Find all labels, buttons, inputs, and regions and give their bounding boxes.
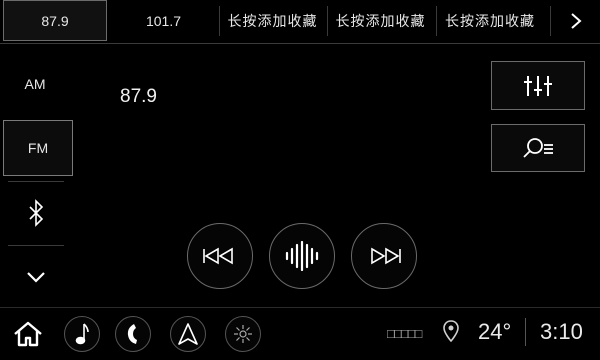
preset-3-label: 长按添加收藏 — [227, 12, 318, 29]
navigation-button[interactable] — [170, 316, 206, 352]
search-list-icon — [523, 138, 553, 158]
previous-button[interactable] — [187, 223, 253, 289]
location-pin-icon — [443, 320, 459, 343]
status-divider — [525, 318, 526, 346]
preset-5[interactable]: 长按添加收藏 — [437, 0, 543, 41]
home-button[interactable] — [8, 316, 48, 352]
location-indicator — [443, 320, 459, 344]
temperature: 24° — [478, 319, 512, 344]
bluetooth-source-button[interactable] — [0, 186, 72, 240]
band-fm-label: FM — [27, 140, 49, 156]
preset-2-label: 101.7 — [145, 12, 182, 29]
preset-2[interactable]: 101.7 — [110, 0, 217, 41]
presets-next-button[interactable] — [552, 0, 600, 41]
chevron-right-icon — [571, 12, 582, 29]
sidebar-divider — [8, 181, 64, 182]
expand-button[interactable] — [0, 255, 72, 299]
preset-3[interactable]: 长按添加收藏 — [220, 0, 325, 41]
scan-waveform-icon — [285, 241, 319, 271]
band-am-label: AM — [24, 76, 46, 92]
climate-icon — [234, 325, 252, 343]
preset-1-label: 87.9 — [41, 12, 69, 29]
band-am-button[interactable]: AM — [0, 58, 70, 110]
dock-divider — [0, 307, 600, 308]
bluetooth-icon — [29, 199, 44, 227]
preset-1[interactable]: 87.9 — [3, 0, 107, 41]
phone-icon — [127, 324, 137, 344]
equalizer-button[interactable] — [491, 61, 585, 110]
chevron-down-icon — [27, 272, 45, 283]
music-button[interactable] — [64, 316, 100, 352]
band-fm-button[interactable]: FM — [3, 120, 73, 176]
previous-track-icon — [203, 247, 233, 265]
preset-5-label: 长按添加收藏 — [445, 12, 535, 29]
preset-4-label: 长按添加收藏 — [335, 12, 426, 29]
search-button[interactable] — [491, 124, 585, 172]
home-icon — [14, 321, 42, 347]
next-button[interactable] — [351, 223, 417, 289]
equalizer-icon — [524, 75, 552, 96]
climate-button[interactable] — [225, 316, 261, 352]
navigation-icon — [178, 323, 198, 345]
music-note-icon — [75, 323, 89, 345]
signal-indicator: □□□□□ — [387, 326, 422, 341]
next-track-icon — [371, 247, 401, 265]
scan-button[interactable] — [269, 223, 335, 289]
preset-4[interactable]: 长按添加收藏 — [328, 0, 433, 41]
phone-button[interactable] — [115, 316, 151, 352]
top-bar-divider — [0, 43, 600, 44]
current-frequency: 87.9 — [120, 86, 157, 107]
sidebar-divider — [8, 245, 64, 246]
clock: 3:10 — [540, 319, 583, 344]
preset-divider — [550, 6, 551, 36]
